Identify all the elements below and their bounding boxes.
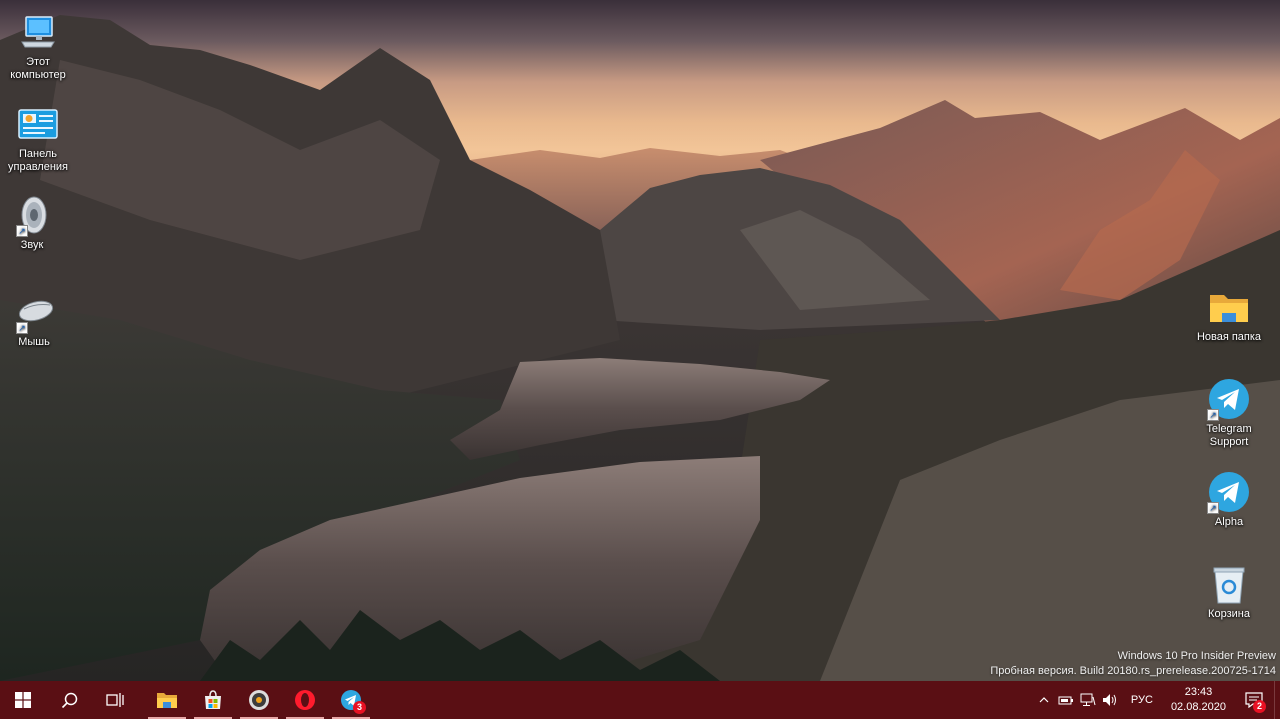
disc-icon [249, 690, 269, 710]
show-hidden-icons-button[interactable] [1033, 681, 1055, 719]
task-view-button[interactable] [92, 681, 138, 719]
telegram-icon: ↗ [1207, 470, 1251, 514]
desktop-icon-label: Telegram Support [1206, 423, 1252, 448]
control-panel-icon [16, 102, 60, 146]
opera-icon [295, 690, 315, 710]
desktop-icon-telegram-support[interactable]: ↗ Telegram Support [1191, 377, 1267, 449]
desktop-icon-this-pc[interactable]: Этот компьютер [0, 10, 76, 82]
desktop-icon-label: Мышь [18, 336, 50, 348]
desktop-icon-label: Звук [20, 239, 44, 251]
desktop-icon-control-panel[interactable]: Панель управления [0, 102, 76, 174]
notification-count-badge: 2 [1253, 700, 1266, 713]
task-view-icon [106, 693, 124, 707]
shortcut-arrow-icon: ↗ [1207, 502, 1219, 514]
computer-icon [16, 10, 60, 54]
start-button[interactable] [0, 681, 46, 719]
search-icon [61, 692, 77, 708]
folder-icon [1207, 285, 1251, 329]
chevron-up-icon [1039, 697, 1049, 703]
store-icon [205, 690, 221, 709]
volume-tray-icon[interactable] [1099, 681, 1121, 719]
desktop-icon-sound[interactable]: ↗ Звук [0, 193, 70, 252]
desktop-icon-new-folder[interactable]: Новая папка [1191, 285, 1267, 344]
taskbar-app-file-explorer[interactable] [144, 681, 190, 719]
telegram-icon: ↗ [1207, 377, 1251, 421]
watermark-edition: Windows 10 Pro Insider Preview [1117, 650, 1276, 662]
input-language-indicator[interactable]: РУС [1121, 694, 1163, 706]
shortcut-arrow-icon: ↗ [1207, 409, 1219, 421]
mountain-lake-scene [0, 15, 1280, 681]
desktop-icon-recycle-bin[interactable]: Корзина [1191, 562, 1267, 621]
windows-icon [15, 692, 31, 708]
desktop-icon-label: Этот компьютер [10, 56, 66, 81]
show-desktop-button[interactable] [1274, 681, 1280, 719]
shortcut-arrow-icon: ↗ [16, 322, 28, 334]
clock-time: 23:43 [1184, 686, 1213, 698]
desktop-icon-alpha[interactable]: ↗ Alpha [1191, 470, 1267, 529]
taskbar: 3 РУС 23:43 02.08.2020 2 [0, 681, 1280, 719]
network-icon [1080, 693, 1096, 706]
taskbar-app-opera[interactable] [282, 681, 328, 719]
desktop-icon-label: Панель управления [8, 148, 68, 173]
volume-icon [1102, 694, 1116, 706]
folder-icon [157, 693, 177, 708]
desktop-icon-label: Новая папка [1196, 331, 1262, 343]
taskbar-app-telegram[interactable]: 3 [328, 681, 374, 719]
clock[interactable]: 23:43 02.08.2020 [1163, 685, 1234, 715]
mouse-icon: ↗ [12, 290, 56, 334]
desktop-icon-mouse[interactable]: ↗ Мышь [0, 290, 72, 349]
shortcut-arrow-icon: ↗ [16, 225, 28, 237]
watermark-build: Пробная версия. Build 20180.rs_prereleas… [990, 665, 1276, 677]
windows-build-watermark: Windows 10 Pro Insider Preview Пробная в… [990, 649, 1276, 679]
speaker-icon: ↗ [10, 193, 54, 237]
battery-tray-icon[interactable] [1055, 681, 1077, 719]
system-tray: РУС 23:43 02.08.2020 2 [1033, 681, 1280, 719]
desktop-icon-label: Alpha [1214, 516, 1244, 528]
network-tray-icon[interactable] [1077, 681, 1099, 719]
desktop-wallpaper [0, 0, 1280, 681]
telegram-unread-badge: 3 [353, 701, 366, 714]
search-button[interactable] [46, 681, 92, 719]
recycle-bin-icon [1207, 562, 1251, 606]
taskbar-app-media[interactable] [236, 681, 282, 719]
action-center-button[interactable]: 2 [1234, 681, 1274, 719]
battery-icon [1058, 696, 1073, 705]
taskbar-app-store[interactable] [190, 681, 236, 719]
clock-date: 02.08.2020 [1170, 701, 1226, 713]
desktop-icon-label: Корзина [1208, 608, 1250, 620]
